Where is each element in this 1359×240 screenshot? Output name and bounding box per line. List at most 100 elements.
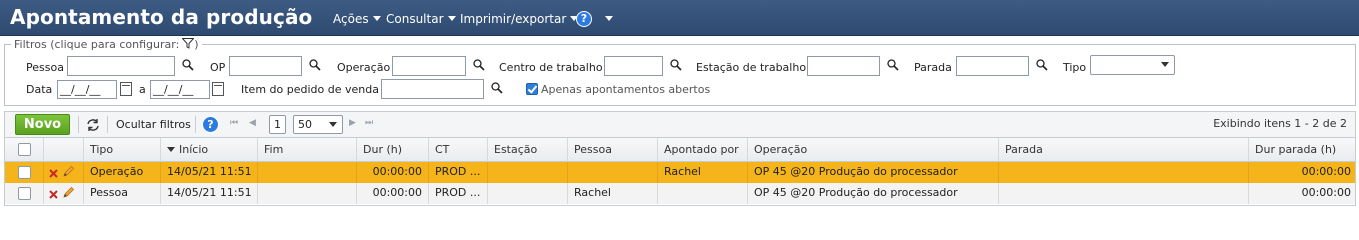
centro-trabalho-search-icon[interactable] bbox=[670, 59, 682, 71]
cell-dur: 00:00:00 bbox=[356, 183, 428, 204]
row-actions-cell bbox=[43, 162, 83, 183]
menu-acoes-label: Ações bbox=[333, 12, 369, 26]
estacao-trabalho-label: Estação de trabalho bbox=[696, 61, 807, 74]
data-range-separator: a bbox=[139, 83, 146, 96]
pessoa-label: Pessoa bbox=[26, 61, 64, 74]
select-all-checkbox[interactable] bbox=[18, 143, 31, 156]
menu-acoes[interactable]: Ações bbox=[333, 12, 381, 26]
estacao-trabalho-search-icon[interactable] bbox=[887, 59, 899, 71]
item-pedido-label: Item do pedido de venda bbox=[241, 83, 379, 96]
table-row[interactable]: Operação 14/05/21 11:51 00:00:00 PROD ..… bbox=[5, 162, 1355, 183]
data-to-input[interactable]: __/__/__ bbox=[150, 80, 210, 99]
menu-imprimir-label: Imprimir/exportar bbox=[460, 12, 567, 26]
delete-icon[interactable] bbox=[49, 169, 58, 178]
cell-dur: 00:00:00 bbox=[356, 162, 428, 183]
data-label: Data bbox=[26, 83, 53, 96]
op-search-icon[interactable] bbox=[309, 59, 321, 71]
next-page-icon[interactable]: ▶ bbox=[349, 118, 356, 128]
operacao-search-icon[interactable] bbox=[473, 59, 485, 71]
parada-search-icon[interactable] bbox=[1036, 59, 1048, 71]
funnel-icon[interactable] bbox=[182, 38, 195, 49]
edit-pencil-icon[interactable] bbox=[62, 165, 75, 178]
cell-dur-parada: 00:00:00 bbox=[1248, 162, 1355, 183]
col-parada[interactable]: Parada bbox=[998, 138, 1248, 162]
sort-desc-icon bbox=[167, 147, 175, 152]
app-header: Apontamento da produção Ações Consultar … bbox=[0, 0, 1359, 36]
toolbar-divider bbox=[78, 116, 79, 133]
cell-ct: PROD ... bbox=[428, 183, 487, 204]
toolbar-divider bbox=[195, 116, 196, 133]
calendar-icon[interactable] bbox=[120, 82, 132, 96]
cell-inicio: 14/05/21 11:51 bbox=[160, 162, 257, 183]
parada-label: Parada bbox=[914, 61, 952, 74]
op-label: OP bbox=[210, 61, 226, 74]
page-size-select[interactable]: 50 bbox=[293, 115, 343, 134]
cell-operacao: OP 45 @20 Produção do processador bbox=[747, 162, 998, 183]
col-operacao[interactable]: Operação bbox=[747, 138, 998, 162]
first-page-icon[interactable]: ⏮ bbox=[230, 118, 238, 128]
menu-imprimir-exportar[interactable]: Imprimir/exportar bbox=[460, 12, 579, 26]
apenas-abertos-checkbox[interactable] bbox=[526, 83, 538, 95]
ocultar-filtros-button[interactable]: Ocultar filtros bbox=[116, 118, 191, 131]
filters-legend-text: Filtros (clique para configurar: bbox=[14, 38, 180, 51]
col-tipo[interactable]: Tipo bbox=[83, 138, 160, 162]
toolbar-help-icon[interactable]: ? bbox=[202, 116, 219, 133]
col-ct[interactable]: CT bbox=[428, 138, 487, 162]
table-row[interactable]: Pessoa 14/05/21 11:51 00:00:00 PROD ... … bbox=[5, 183, 1355, 204]
grid-toolbar: Novo Ocultar filtros ? ⏮ ◀ 1 50 ▶ ⏭ Exib… bbox=[4, 111, 1356, 137]
prev-page-icon[interactable]: ◀ bbox=[249, 118, 256, 128]
filters-legend-close: ) bbox=[194, 38, 199, 51]
page-number-input[interactable]: 1 bbox=[269, 115, 286, 134]
cell-operacao: OP 45 @20 Produção do processador bbox=[747, 183, 998, 204]
menu-consultar[interactable]: Consultar bbox=[386, 12, 456, 26]
help-menu-chevron-icon[interactable] bbox=[605, 16, 613, 21]
row-checkbox[interactable] bbox=[18, 166, 31, 179]
help-icon[interactable]: ? bbox=[576, 11, 592, 27]
col-apontado-por[interactable]: Apontado por bbox=[657, 138, 747, 162]
parada-input[interactable] bbox=[956, 56, 1029, 76]
filters-legend[interactable]: Filtros (clique para configurar:) bbox=[11, 38, 202, 51]
pager-info: Exibindo itens 1 - 2 de 2 bbox=[1213, 117, 1347, 130]
centro-trabalho-label: Centro de trabalho bbox=[499, 61, 603, 74]
col-fim[interactable]: Fim bbox=[257, 138, 356, 162]
cell-parada bbox=[998, 162, 1248, 183]
col-dur[interactable]: Dur (h) bbox=[356, 138, 428, 162]
pessoa-input[interactable] bbox=[67, 56, 175, 76]
row-checkbox[interactable] bbox=[18, 187, 31, 200]
toolbar-divider bbox=[107, 116, 108, 133]
data-from-input[interactable]: __/__/__ bbox=[57, 80, 117, 99]
col-estacao[interactable]: Estação bbox=[487, 138, 567, 162]
cell-tipo: Pessoa bbox=[83, 183, 160, 204]
tipo-select[interactable] bbox=[1090, 55, 1175, 75]
cell-parada bbox=[998, 183, 1248, 204]
col-pessoa[interactable]: Pessoa bbox=[567, 138, 657, 162]
estacao-trabalho-input[interactable] bbox=[807, 56, 880, 76]
refresh-icon[interactable] bbox=[86, 118, 100, 132]
cell-estacao bbox=[487, 162, 567, 183]
pessoa-search-icon[interactable] bbox=[182, 59, 194, 71]
col-inicio[interactable]: Início bbox=[160, 138, 257, 162]
novo-button[interactable]: Novo bbox=[15, 114, 70, 135]
calendar-icon[interactable] bbox=[212, 82, 224, 96]
menu-consultar-label: Consultar bbox=[386, 12, 444, 26]
results-grid: Tipo Início Fim Dur (h) CT Estação Pesso… bbox=[4, 137, 1356, 206]
centro-trabalho-input[interactable] bbox=[604, 56, 663, 76]
cell-ct: PROD ... bbox=[428, 162, 487, 183]
item-pedido-search-icon[interactable] bbox=[491, 82, 503, 94]
col-dur-parada[interactable]: Dur parada (h) bbox=[1248, 138, 1355, 162]
filters-panel: Filtros (clique para configurar:) Pessoa… bbox=[4, 38, 1356, 106]
tipo-label: Tipo bbox=[1063, 61, 1087, 74]
chevron-down-icon bbox=[1161, 62, 1169, 67]
item-pedido-input[interactable] bbox=[381, 79, 484, 99]
operacao-input[interactable] bbox=[392, 56, 466, 76]
last-page-icon[interactable]: ⏭ bbox=[365, 118, 373, 128]
edit-pencil-icon[interactable] bbox=[62, 186, 75, 199]
cell-inicio: 14/05/21 11:51 bbox=[160, 183, 257, 204]
delete-icon[interactable] bbox=[49, 190, 58, 199]
chevron-down-icon bbox=[372, 16, 381, 21]
op-input[interactable] bbox=[229, 56, 302, 76]
cell-estacao bbox=[487, 183, 567, 204]
page-title: Apontamento da produção bbox=[10, 5, 313, 29]
chevron-down-icon bbox=[329, 122, 337, 127]
grid-header: Tipo Início Fim Dur (h) CT Estação Pesso… bbox=[5, 138, 1355, 162]
